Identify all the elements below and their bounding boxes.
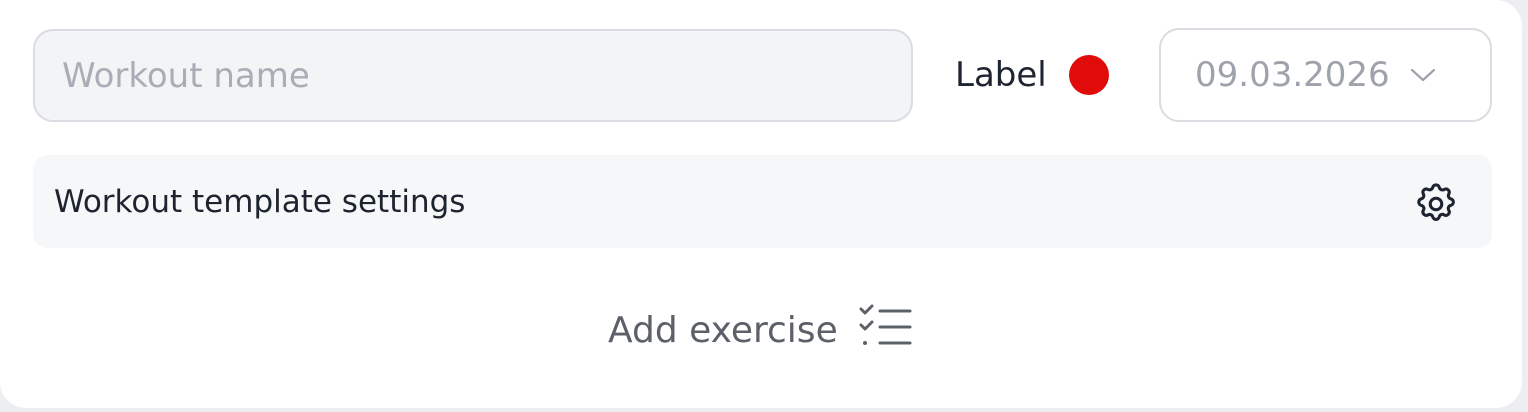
label-color-dot[interactable] bbox=[1068, 55, 1109, 95]
gear-icon[interactable] bbox=[1413, 181, 1459, 231]
add-exercise-button[interactable]: Add exercise bbox=[608, 300, 914, 360]
workout-name-input[interactable] bbox=[33, 29, 913, 122]
add-exercise-label: Add exercise bbox=[608, 309, 838, 351]
checklist-icon bbox=[858, 304, 914, 356]
date-select[interactable]: 09.03.2026 bbox=[1159, 28, 1492, 122]
workout-card: Label 09.03.2026 Workout template settin… bbox=[0, 0, 1522, 408]
chevron-down-icon bbox=[1410, 67, 1436, 87]
settings-label: Workout template settings bbox=[54, 183, 466, 220]
workout-template-settings[interactable]: Workout template settings bbox=[33, 155, 1492, 248]
label-picker[interactable]: Label bbox=[955, 49, 1109, 101]
label-text: Label bbox=[955, 55, 1047, 95]
date-value: 09.03.2026 bbox=[1195, 55, 1390, 95]
